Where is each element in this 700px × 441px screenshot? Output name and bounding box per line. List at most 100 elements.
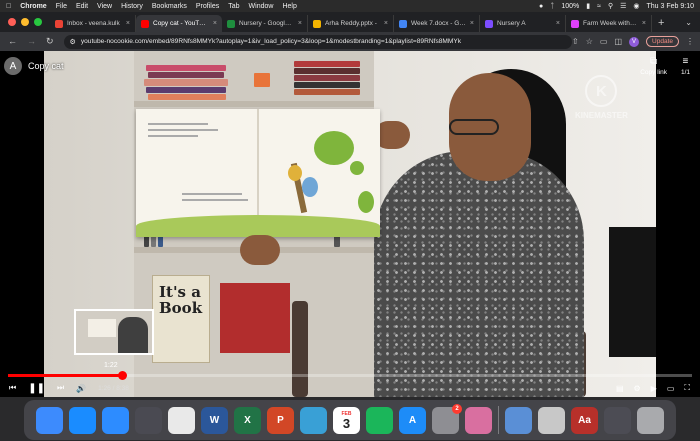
- address-bar[interactable]: ⚙ youtube-nocookie.com/embed/89RNfs8MMYk…: [63, 34, 573, 49]
- bluetooth-icon[interactable]: ᛏ: [550, 3, 554, 10]
- sparkle-icon: [571, 19, 579, 28]
- zoom-window-button[interactable]: [34, 18, 42, 26]
- app-letter: X: [244, 414, 251, 426]
- menu-profiles[interactable]: Profiles: [196, 3, 219, 10]
- video-title[interactable]: Copy cat: [28, 61, 64, 71]
- copy-link-button[interactable]: ⧉ Copy link: [640, 56, 667, 76]
- system-preferences-icon[interactable]: 2: [432, 403, 462, 434]
- powerpoint-icon[interactable]: P: [267, 406, 294, 434]
- battery-icon[interactable]: ▮: [586, 2, 590, 10]
- trash-icon[interactable]: [637, 406, 664, 434]
- excel-icon[interactable]: X: [234, 406, 261, 434]
- captions-icon[interactable]: ▤: [616, 384, 624, 393]
- forward-arrow-icon[interactable]: →: [27, 36, 36, 47]
- globe-icon[interactable]: [300, 406, 327, 434]
- close-tab-icon[interactable]: ×: [126, 20, 130, 27]
- back-arrow-icon[interactable]: ←: [8, 36, 17, 47]
- chrome-icon[interactable]: [168, 406, 195, 434]
- preview-icon[interactable]: [505, 406, 532, 434]
- cast-icon[interactable]: ▭: [600, 37, 608, 46]
- watermark-text: KINEMASTER: [575, 111, 628, 120]
- close-window-button[interactable]: [8, 18, 16, 26]
- menubar-clock[interactable]: Thu 3 Feb 9:10: [647, 3, 694, 10]
- wifi-icon[interactable]: ≈: [597, 3, 601, 10]
- profile-avatar[interactable]: V: [629, 36, 640, 47]
- site-info-icon[interactable]: ⚙: [70, 38, 76, 46]
- next-icon[interactable]: ⏭: [57, 383, 64, 393]
- bookmark-star-icon[interactable]: ☆: [586, 37, 593, 46]
- tab-6[interactable]: Farm Week with "B ×: [566, 15, 652, 32]
- playlist-button[interactable]: ≡ 1/1: [681, 56, 690, 76]
- pause-icon[interactable]: ❚❚: [28, 383, 45, 394]
- tab-2[interactable]: Nursery - Google C ×: [222, 15, 308, 32]
- spotlight-search-icon[interactable]: ⚲: [608, 2, 613, 10]
- video-player[interactable]: It's a Book A Copy cat ⧉ Copy link ≡ 1/1…: [0, 51, 700, 397]
- dictionary-icon[interactable]: Aa: [571, 406, 598, 434]
- menu-view[interactable]: View: [97, 3, 112, 10]
- close-tab-icon[interactable]: ×: [298, 20, 302, 27]
- address-url[interactable]: youtube-nocookie.com/embed/89RNfs8MMYk?a…: [81, 38, 566, 45]
- tab-0[interactable]: Inbox - veena.kulk ×: [50, 15, 136, 32]
- menu-history[interactable]: History: [121, 3, 143, 10]
- player-controls: ⏮ ❚❚ ⏭ 🔊 1:26 / 8:38 ▤ ⚙ ▶ ▭ ⛶: [0, 380, 700, 396]
- update-button[interactable]: Update: [646, 36, 679, 47]
- printer-icon[interactable]: [538, 406, 565, 434]
- share-icon[interactable]: ⇧: [572, 37, 579, 46]
- app-menu-chrome[interactable]: Chrome: [20, 3, 46, 10]
- tab-1[interactable]: Copy cat - YouTube ×: [136, 15, 222, 32]
- dock-separator: [498, 406, 499, 434]
- apple-icon[interactable]: : [6, 3, 11, 10]
- scrubber-knob[interactable]: [117, 371, 127, 380]
- launchpad-icon[interactable]: [465, 406, 492, 434]
- close-tab-icon[interactable]: ×: [384, 20, 388, 27]
- tab-5[interactable]: Nursery A ×: [480, 15, 566, 32]
- menu-window[interactable]: Window: [249, 3, 274, 10]
- tab-3[interactable]: Arha Reddy.pptx - ×: [308, 15, 394, 32]
- menu-help[interactable]: Help: [282, 3, 296, 10]
- video-top-actions: ⧉ Copy link ≡ 1/1: [640, 56, 690, 76]
- close-tab-icon[interactable]: ×: [213, 20, 217, 27]
- screenshot-thumb-icon[interactable]: [604, 406, 631, 434]
- close-tab-icon[interactable]: ×: [470, 20, 474, 27]
- channel-avatar[interactable]: A: [4, 57, 22, 75]
- finder-icon[interactable]: [36, 406, 63, 434]
- volume-icon[interactable]: 🔊: [76, 384, 86, 393]
- calendar-icon[interactable]: FEB 3: [333, 406, 360, 434]
- progress-bar[interactable]: [8, 371, 692, 380]
- safari-icon[interactable]: [69, 406, 96, 434]
- control-center-icon[interactable]: ☰: [620, 2, 626, 10]
- menu-edit[interactable]: Edit: [76, 3, 88, 10]
- siri-icon[interactable]: ◉: [633, 2, 639, 10]
- menu-file[interactable]: File: [56, 3, 67, 10]
- menu-bookmarks[interactable]: Bookmarks: [152, 3, 187, 10]
- youtube-icon: [141, 19, 149, 28]
- record-icon[interactable]: ●: [539, 3, 543, 10]
- red-book-image: [220, 283, 290, 353]
- previous-icon[interactable]: ⏮: [9, 383, 16, 393]
- tab-search-icon[interactable]: ⌄: [677, 18, 700, 32]
- fullscreen-icon[interactable]: ⛶: [684, 383, 690, 393]
- tab-label: Nursery A: [497, 20, 526, 27]
- settings-gear-icon[interactable]: ⚙: [634, 384, 641, 393]
- numbers-icon[interactable]: [366, 406, 393, 434]
- app-store-icon[interactable]: A: [399, 406, 426, 434]
- more-menu-icon[interactable]: ⋮: [686, 37, 694, 46]
- quicktime-icon[interactable]: [135, 406, 162, 434]
- menu-tab[interactable]: Tab: [228, 3, 239, 10]
- cast-icon[interactable]: ▭: [667, 384, 675, 393]
- tab-4[interactable]: Week 7.docx - Goo ×: [394, 15, 480, 32]
- current-time: 1:26: [98, 384, 111, 392]
- side-panel-icon[interactable]: ◫: [614, 37, 622, 46]
- playlist-position: 1/1: [680, 69, 690, 76]
- new-tab-button[interactable]: +: [652, 17, 670, 32]
- tab-label: Arha Reddy.pptx -: [325, 20, 377, 27]
- word-icon[interactable]: W: [201, 406, 228, 434]
- minimize-window-button[interactable]: [21, 18, 29, 26]
- copy-icon: ⧉: [650, 56, 658, 67]
- zoom-icon[interactable]: [102, 406, 129, 434]
- close-tab-icon[interactable]: ×: [642, 20, 646, 27]
- youtube-logo-icon[interactable]: ▶: [651, 384, 657, 393]
- kinemaster-logo-icon: K: [585, 75, 618, 107]
- close-tab-icon[interactable]: ×: [556, 20, 560, 27]
- reload-icon[interactable]: ↻: [46, 36, 54, 47]
